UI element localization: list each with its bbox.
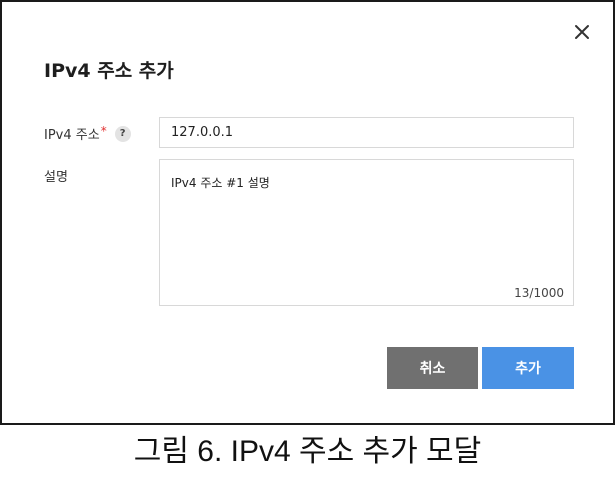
add-button[interactable]: 추가 [482, 347, 574, 389]
ipv4-address-input[interactable] [159, 117, 574, 148]
description-field[interactable]: IPv4 주소 #1 설명 13/1000 [159, 159, 574, 306]
character-count: 13/1000 [514, 286, 564, 300]
ipv4-address-label: IPv4 주소 [44, 128, 100, 143]
close-button[interactable] [568, 18, 596, 46]
close-icon [575, 25, 589, 39]
help-icon[interactable]: ? [114, 125, 131, 142]
cancel-button[interactable]: 취소 [387, 347, 478, 389]
ipv4-address-label-row: IPv4 주소 * ? [44, 124, 131, 143]
figure-caption: 그림 6. IPv4 주소 추가 모달 [133, 435, 482, 468]
required-mark: * [100, 123, 107, 138]
modal-title: IPv4 주소 추가 [44, 60, 174, 82]
add-ipv4-modal: IPv4 주소 추가 IPv4 주소 * ? 설명 IPv4 주소 #1 설명 … [0, 0, 615, 425]
description-label: 설명 [44, 170, 68, 185]
description-textarea[interactable]: IPv4 주소 #1 설명 [160, 160, 573, 305]
